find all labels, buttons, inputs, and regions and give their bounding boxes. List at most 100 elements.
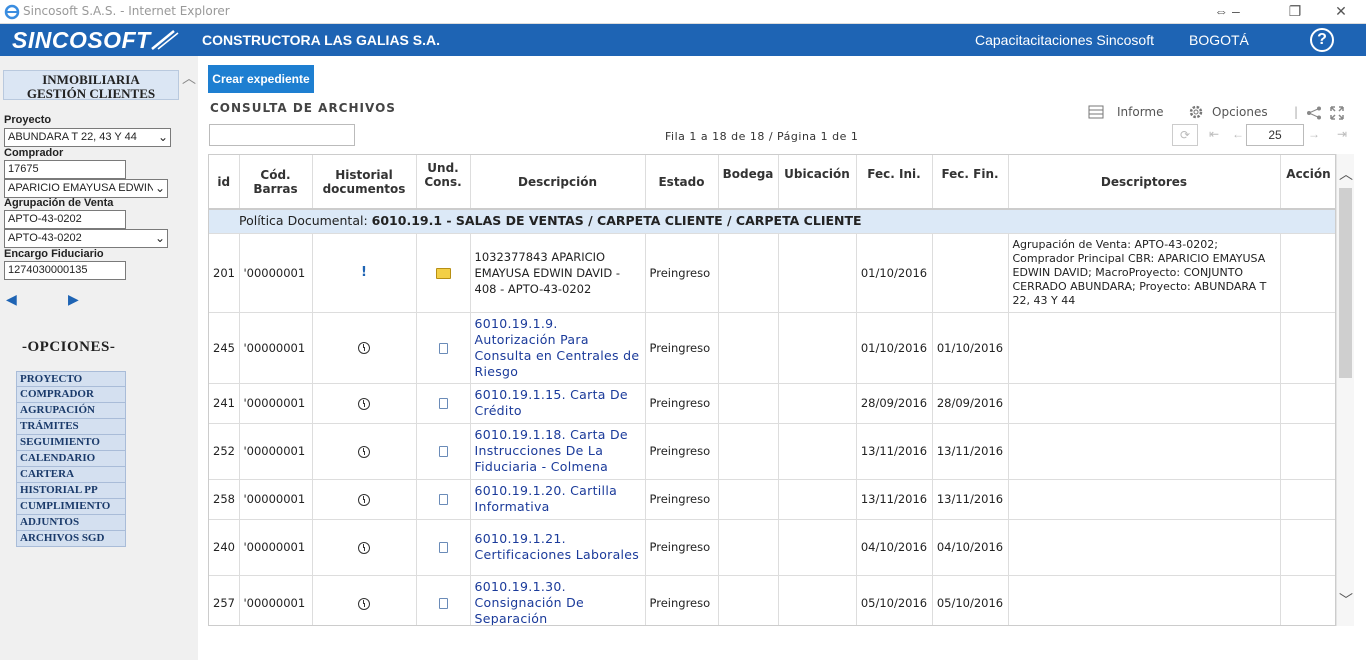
scrollbar-thumb[interactable]	[1339, 188, 1352, 378]
clock-icon[interactable]	[358, 597, 370, 610]
document-link[interactable]: 6010.19.1.30. Consignación De Separación	[475, 579, 585, 625]
share-icon[interactable]	[1306, 106, 1322, 120]
section-title: CONSULTA DE ARCHIVOS	[210, 101, 396, 115]
menu-item-proyecto[interactable]: Proyecto	[16, 371, 126, 387]
col-header-descripcion[interactable]: Descripción	[470, 155, 646, 210]
opciones-title: -OPCIONES-	[22, 339, 116, 355]
document-link[interactable]: 6010.19.1.15. Carta De Crédito	[475, 387, 628, 418]
table-row[interactable]: 201 '00000001 ! 1032377843 APARICIO EMAY…	[209, 233, 1335, 313]
col-header-descriptores[interactable]: Descriptores	[1008, 155, 1281, 210]
close-window-button[interactable]: ✕	[1326, 2, 1356, 20]
col-header-und-cons[interactable]: Und. Cons.	[416, 155, 471, 210]
cell-fec-ini: 01/10/2016	[856, 233, 933, 313]
sidebar: INMOBILIARIA GESTIÓN CLIENTES ︿ Proyecto…	[0, 56, 198, 660]
col-header-id[interactable]: id	[209, 155, 240, 210]
chevron-down-icon: ⌄	[152, 230, 165, 247]
clock-icon[interactable]	[358, 445, 370, 458]
menu-item-tramites[interactable]: Trámites	[16, 419, 126, 435]
menu-item-calendario[interactable]: Calendario	[16, 451, 126, 467]
cell-descriptores	[1008, 479, 1281, 520]
gear-icon[interactable]	[1188, 104, 1204, 120]
table-row[interactable]: 258 '00000001 6010.19.1.20. Cartilla Inf…	[209, 479, 1335, 520]
table-row[interactable]: 240 '00000001 6010.19.1.21. Certificacio…	[209, 519, 1335, 576]
document-icon[interactable]	[438, 494, 448, 505]
col-header-cod-barras[interactable]: Cód. Barras	[239, 155, 313, 210]
archives-table: id Cód. Barras Historial documentos Und. Co…	[208, 154, 1336, 626]
col-header-bodega[interactable]: Bodega	[718, 155, 779, 210]
menu-item-agrupacion[interactable]: Agrupación	[16, 403, 126, 419]
opciones-button[interactable]: Opciones	[1212, 105, 1268, 119]
informe-button[interactable]: Informe	[1117, 105, 1164, 119]
table-row[interactable]: 257 '00000001 6010.19.1.30. Consignación…	[209, 575, 1335, 625]
document-icon[interactable]	[438, 446, 448, 457]
document-link[interactable]: 6010.19.1.9. Autorización Para Consulta …	[475, 316, 640, 379]
fullscreen-icon[interactable]	[1330, 106, 1344, 120]
menu-item-adjuntos[interactable]: Adjuntos	[16, 515, 126, 531]
col-header-fec-ini[interactable]: Fec. Ini.	[856, 155, 933, 210]
menu-item-cartera[interactable]: Cartera	[16, 467, 126, 483]
col-header-estado[interactable]: Estado	[645, 155, 719, 210]
sidebar-collapse-icon[interactable]: ︿	[180, 68, 198, 88]
menu-item-historial-pp[interactable]: Historial PP	[16, 483, 126, 499]
table-row[interactable]: 241 '00000001 6010.19.1.15. Carta De Cré…	[209, 383, 1335, 424]
agrupacion-select[interactable]: APTO-43-0202 ⌄	[4, 229, 168, 248]
document-icon[interactable]	[438, 542, 448, 553]
city-label[interactable]: BOGOTÁ	[1189, 32, 1249, 48]
crear-expediente-button[interactable]: Crear expediente	[208, 65, 314, 93]
search-input[interactable]	[209, 124, 355, 146]
cell-und-cons	[416, 479, 471, 520]
document-link[interactable]: 6010.19.1.18. Carta De Instrucciones De …	[475, 427, 628, 474]
help-icon[interactable]: ?	[1310, 28, 1334, 52]
table-row[interactable]: 252 '00000001 6010.19.1.18. Carta De Ins…	[209, 423, 1335, 480]
table-scrollbar[interactable]: ︿ ﹀	[1336, 154, 1354, 626]
menu-item-archivos-sgd[interactable]: Archivos SGD	[16, 531, 126, 547]
cell-id: 241	[209, 383, 240, 424]
scroll-down-icon[interactable]: ﹀	[1339, 590, 1353, 610]
clock-icon[interactable]	[358, 541, 370, 554]
page-size-input[interactable]: 25	[1246, 124, 1304, 146]
scroll-up-icon[interactable]: ︿	[1339, 164, 1353, 184]
menu-item-seguimiento[interactable]: Seguimiento	[16, 435, 126, 451]
col-header-ubicacion[interactable]: Ubicación	[778, 155, 857, 210]
proyecto-select[interactable]: ABUNDARA T 22, 43 Y 44 ⌄	[4, 128, 171, 147]
document-icon[interactable]	[438, 398, 448, 409]
col-header-historial[interactable]: Historial documentos	[312, 155, 417, 210]
previous-arrow-icon[interactable]: ◀	[6, 291, 17, 308]
refresh-icon[interactable]: ⟳	[1172, 124, 1198, 146]
restore-down-button[interactable]: ⇔ –	[1212, 2, 1242, 20]
cell-barras: '00000001	[239, 233, 313, 313]
menu-item-cumplimiento[interactable]: Cumplimiento	[16, 499, 126, 515]
group-row[interactable]: Política Documental: 6010.19.1 - SALAS D…	[209, 209, 1335, 234]
cell-descripcion: 6010.19.1.9. Autorización Para Consulta …	[470, 312, 646, 384]
col-header-accion[interactable]: Acción	[1280, 155, 1335, 210]
agrupacion-input[interactable]: APTO-43-0202	[4, 210, 126, 229]
folder-icon[interactable]	[435, 267, 451, 279]
alert-icon[interactable]: !	[361, 265, 367, 280]
clock-icon[interactable]	[358, 493, 370, 506]
next-page-icon[interactable]: →	[1304, 124, 1324, 146]
comprador-id-input[interactable]: 17675	[4, 160, 126, 179]
clock-icon[interactable]	[358, 342, 370, 354]
encargo-input[interactable]: 1274030000135	[4, 261, 126, 280]
document-icon[interactable]	[438, 342, 448, 354]
first-page-icon[interactable]: ⇤	[1204, 124, 1224, 146]
user-name[interactable]: Capacitacitaciones Sincosoft	[975, 32, 1154, 48]
menu-item-comprador[interactable]: Comprador	[16, 387, 126, 403]
document-icon[interactable]	[438, 598, 448, 609]
table-row[interactable]: 245 '00000001 6010.19.1.9. Autorización …	[209, 312, 1335, 384]
cell-accion	[1280, 479, 1335, 520]
next-arrow-icon[interactable]: ▶	[68, 291, 79, 308]
report-icon[interactable]	[1088, 105, 1104, 119]
last-page-icon[interactable]: ⇥	[1332, 124, 1352, 146]
document-link[interactable]: 6010.19.1.21. Certificaciones Laborales	[475, 531, 640, 562]
clock-icon[interactable]	[358, 397, 370, 410]
cell-id: 240	[209, 519, 240, 576]
cell-ubicacion	[778, 233, 857, 313]
cell-fec-fin	[932, 233, 1009, 313]
document-link[interactable]: 6010.19.1.20. Cartilla Informativa	[475, 483, 618, 514]
maximize-button[interactable]: ❐	[1280, 2, 1310, 20]
previous-page-icon[interactable]: ←	[1230, 124, 1246, 146]
comprador-select[interactable]: APARICIO EMAYUSA EDWIN ⌄	[4, 179, 168, 198]
col-header-fec-fin[interactable]: Fec. Fin.	[932, 155, 1009, 210]
sincosoft-logo[interactable]: SINCOSOFT	[12, 27, 179, 54]
